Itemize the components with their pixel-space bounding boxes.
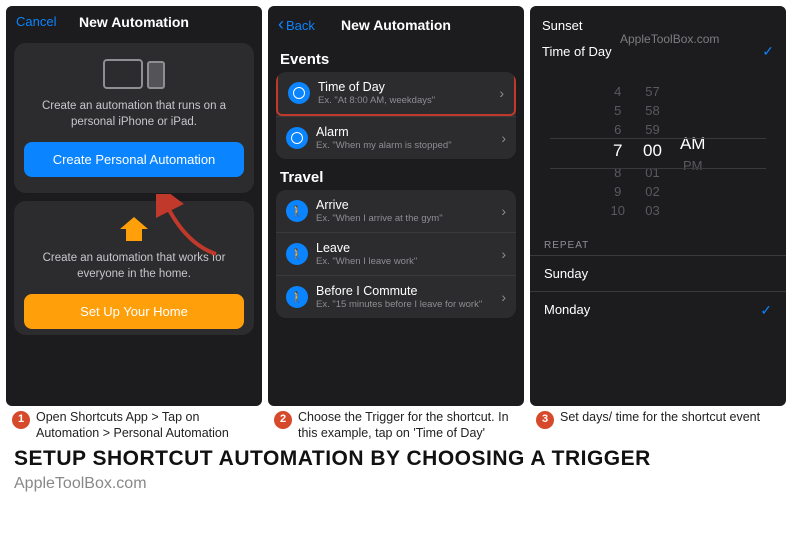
trigger-label: Alarm xyxy=(316,125,493,139)
travel-section-label: Travel xyxy=(268,159,524,190)
events-section-label: Events xyxy=(268,41,524,72)
watermark-text: AppleToolBox.com xyxy=(620,32,719,46)
walk-icon xyxy=(286,200,308,222)
walk-icon xyxy=(286,243,308,265)
personal-automation-card: Create an automation that runs on a pers… xyxy=(14,43,254,193)
trigger-label: Leave xyxy=(316,241,493,255)
site-credit: AppleToolBox.com xyxy=(0,473,800,499)
step-captions: 1 Open Shortcuts App > Tap on Automation… xyxy=(0,406,800,441)
day-label: Monday xyxy=(544,302,590,319)
step-number-icon: 1 xyxy=(12,411,30,429)
trigger-label: Arrive xyxy=(316,198,493,212)
trigger-sub: Ex. "At 8:00 AM, weekdays" xyxy=(318,95,491,106)
chevron-right-icon: › xyxy=(501,289,506,305)
hour-column[interactable]: 456 7 8910 xyxy=(611,84,625,218)
check-icon: ✓ xyxy=(760,302,772,319)
ipad-icon xyxy=(103,59,143,89)
trigger-sub: Ex. "When I leave work" xyxy=(316,256,493,267)
trigger-time-of-day[interactable]: Time of Day Ex. "At 8:00 AM, weekdays" › xyxy=(276,72,516,116)
caption-text: Choose the Trigger for the shortcut. In … xyxy=(298,410,526,441)
ampm-column[interactable]: AM PM xyxy=(680,122,706,181)
trigger-leave[interactable]: Leave Ex. "When I leave work" › xyxy=(276,232,516,275)
minute-column[interactable]: 575859 00 010203 xyxy=(643,84,662,218)
walk-icon xyxy=(286,286,308,308)
time-of-day-label: Time of Day xyxy=(542,44,612,59)
chevron-right-icon: › xyxy=(501,130,506,146)
trigger-sub: Ex. "15 minutes before I leave for work" xyxy=(316,299,493,310)
panel-1-new-automation: Cancel New Automation Create an automati… xyxy=(6,6,262,406)
caption-step-3: 3 Set days/ time for the shortcut event xyxy=(536,410,788,441)
panel-2-choose-trigger: Back New Automation Events Time of Day E… xyxy=(268,6,524,406)
personal-automation-desc: Create an automation that runs on a pers… xyxy=(24,99,244,130)
trigger-label: Before I Commute xyxy=(316,284,493,298)
check-icon: ✓ xyxy=(762,43,774,60)
repeat-section-label: REPEAT xyxy=(530,226,786,255)
iphone-icon xyxy=(147,61,165,89)
trigger-label: Time of Day xyxy=(318,80,491,94)
trigger-sub: Ex. "When my alarm is stopped" xyxy=(316,140,493,151)
cancel-button[interactable]: Cancel xyxy=(16,14,56,29)
trigger-arrive[interactable]: Arrive Ex. "When I arrive at the gym" › xyxy=(276,190,516,232)
trigger-sub: Ex. "When I arrive at the gym" xyxy=(316,213,493,224)
repeat-day-sunday[interactable]: Sunday xyxy=(530,255,786,291)
day-label: Sunday xyxy=(544,266,588,281)
house-icon xyxy=(120,217,148,241)
caption-step-1: 1 Open Shortcuts App > Tap on Automation… xyxy=(12,410,264,441)
page-title: SETUP SHORTCUT AUTOMATION BY CHOOSING A … xyxy=(0,441,800,473)
repeat-day-monday[interactable]: Monday ✓ xyxy=(530,291,786,329)
back-button[interactable]: Back xyxy=(278,14,315,35)
chevron-right-icon: › xyxy=(499,85,504,101)
travel-list: Arrive Ex. "When I arrive at the gym" › … xyxy=(276,190,516,318)
devices-icon xyxy=(103,59,165,89)
trigger-alarm[interactable]: Alarm Ex. "When my alarm is stopped" › xyxy=(276,116,516,159)
caption-text: Open Shortcuts App > Tap on Automation >… xyxy=(36,410,264,441)
step-number-icon: 3 xyxy=(536,411,554,429)
events-list: Time of Day Ex. "At 8:00 AM, weekdays" ›… xyxy=(276,72,516,159)
trigger-before-commute[interactable]: Before I Commute Ex. "15 minutes before … xyxy=(276,275,516,318)
caption-step-2: 2 Choose the Trigger for the shortcut. I… xyxy=(274,410,526,441)
home-automation-desc: Create an automation that works for ever… xyxy=(24,251,244,282)
caption-text: Set days/ time for the shortcut event xyxy=(560,410,760,441)
chevron-right-icon: › xyxy=(501,203,506,219)
setup-home-button[interactable]: Set Up Your Home xyxy=(24,294,244,329)
time-picker[interactable]: 456 7 8910 575859 00 010203 AM PM xyxy=(530,76,786,226)
step-number-icon: 2 xyxy=(274,411,292,429)
home-automation-card: Create an automation that works for ever… xyxy=(14,201,254,335)
clock-icon xyxy=(286,127,308,149)
panel-3-time-settings: Sunset Time of Day ✓ AppleToolBox.com 45… xyxy=(530,6,786,406)
repeat-list: Sunday Monday ✓ xyxy=(530,255,786,329)
clock-icon xyxy=(288,82,310,104)
create-personal-automation-button[interactable]: Create Personal Automation xyxy=(24,142,244,177)
chevron-right-icon: › xyxy=(501,246,506,262)
